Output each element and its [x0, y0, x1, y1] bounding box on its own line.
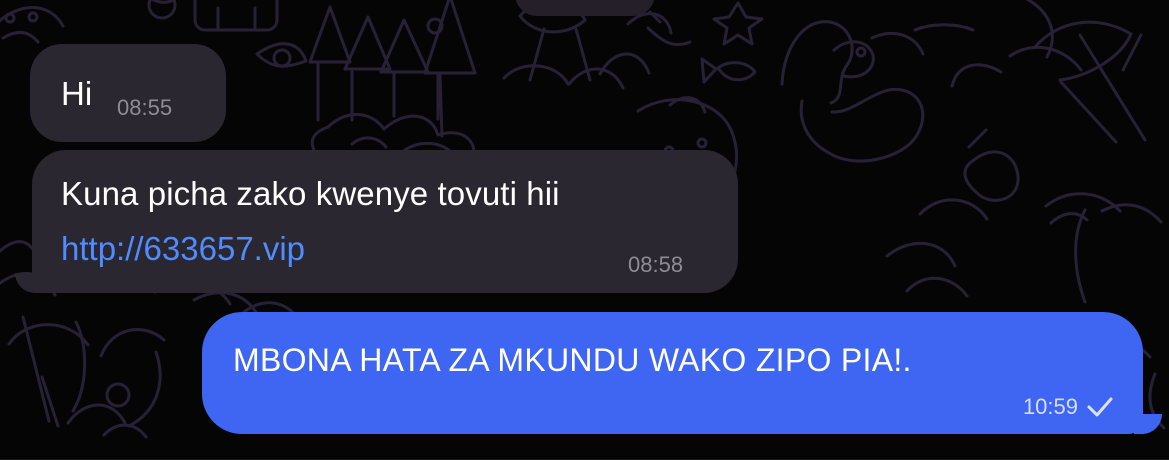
- message-time: 08:58: [628, 252, 684, 277]
- outgoing-message-reply[interactable]: MBONA HATA ZA MKUNDU WAKO ZIPO PIA!. 10:…: [202, 312, 1162, 434]
- message-link[interactable]: http://633657.vip: [61, 229, 305, 269]
- message-time: 08:55: [117, 95, 173, 120]
- message-text: MBONA HATA ZA MKUNDU WAKO ZIPO PIA!.: [233, 342, 912, 378]
- outgoing-bubble-tail: [1134, 414, 1162, 434]
- chat-screen: Hi 08:55 Kuna picha zako kwenye tovuti h…: [0, 0, 1169, 460]
- incoming-bubble-tail: [15, 273, 41, 293]
- message-text: Kuna picha zako kwenye tovuti hii: [61, 175, 560, 212]
- check-icon: [1087, 397, 1113, 417]
- incoming-message-hi[interactable]: Hi 08:55: [30, 44, 226, 142]
- message-time: 10:59: [1022, 394, 1078, 419]
- message-text: Hi: [61, 75, 93, 112]
- previous-message-bubble-fragment[interactable]: [515, 0, 655, 16]
- message-status-row: 10:59: [1023, 394, 1114, 420]
- incoming-message-link[interactable]: Kuna picha zako kwenye tovuti hii http:/…: [15, 150, 738, 293]
